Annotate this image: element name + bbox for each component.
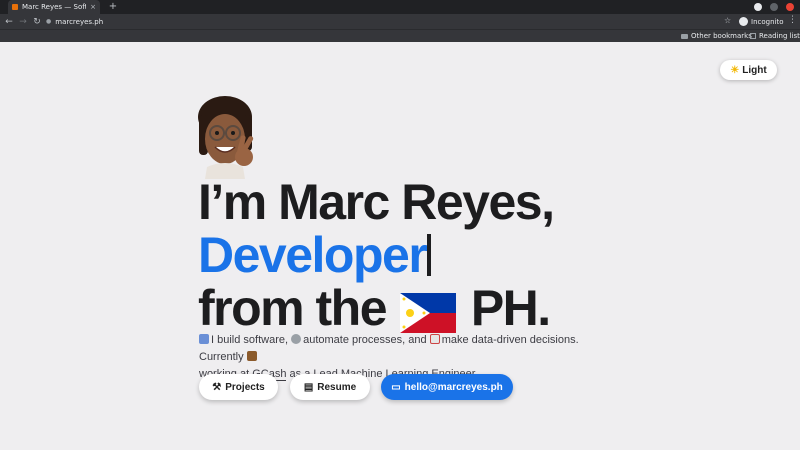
- folder-icon: [681, 33, 688, 39]
- email-label: hello@marcreyes.ph: [404, 381, 503, 393]
- other-bookmarks[interactable]: Other bookmarks: [681, 32, 752, 40]
- headline-from-the: from the: [198, 280, 388, 336]
- headline-line-2: Developer: [198, 229, 553, 282]
- incognito-icon: [739, 17, 748, 26]
- headline-line-1: I’m Marc Reyes,: [198, 174, 555, 230]
- close-tab-icon[interactable]: ×: [90, 3, 96, 11]
- projects-button[interactable]: ⚒ Projects: [199, 374, 278, 400]
- chat-bubble-icon: ▭: [391, 381, 401, 393]
- other-bookmarks-label: Other bookmarks: [691, 32, 752, 40]
- hero-headline: I’m Marc Reyes, Developer from the PH.: [198, 174, 555, 335]
- close-window-button[interactable]: [786, 3, 794, 11]
- tab-strip: Marc Reyes — Software E × +: [0, 0, 800, 14]
- tools-icon: ⚒: [212, 381, 222, 393]
- briefcase-emoji-icon: [246, 351, 257, 361]
- headline-line-3: from the PH.: [198, 282, 553, 335]
- bio-part-2: automate processes, and: [303, 334, 427, 346]
- document-icon: ▤: [303, 381, 314, 393]
- page-content: ☀ Light I’m Marc Reyes, Developer from t…: [0, 43, 800, 450]
- url-text: marcreyes.ph: [55, 17, 104, 26]
- projects-label: Projects: [225, 381, 265, 393]
- reading-list[interactable]: Reading list: [750, 32, 800, 40]
- typing-cursor: [427, 234, 432, 276]
- browser-toolbar: ← → ↻ ● marcreyes.ph ☆ Incognito ⋮: [0, 14, 800, 29]
- theme-toggle-label: Light: [742, 64, 767, 76]
- email-button[interactable]: ▭ hello@marcreyes.ph: [381, 374, 513, 400]
- chart-emoji-icon: [429, 334, 440, 344]
- profile-label: Incognito: [751, 17, 784, 26]
- reading-list-label: Reading list: [759, 32, 800, 40]
- favicon-icon: [12, 4, 18, 10]
- lock-icon[interactable]: ●: [46, 18, 51, 25]
- role-text: Developer: [198, 227, 428, 283]
- resume-button[interactable]: ▤ Resume: [290, 374, 370, 400]
- gear-emoji-icon: [291, 334, 302, 344]
- philippines-flag-icon: [400, 293, 457, 333]
- sun-icon: ☀: [730, 64, 740, 76]
- bookmarks-bar: Other bookmarks Reading list: [0, 29, 800, 42]
- bookmark-star-icon[interactable]: ☆: [724, 16, 731, 25]
- reading-list-icon: [750, 33, 756, 39]
- memoji-avatar: [198, 96, 254, 179]
- address-bar[interactable]: ● marcreyes.ph: [46, 16, 716, 27]
- headline-ph: PH.: [470, 280, 551, 336]
- resume-label: Resume: [317, 381, 357, 393]
- forward-arrow-icon[interactable]: →: [16, 17, 30, 27]
- minimize-button[interactable]: [770, 3, 778, 11]
- technologist-emoji-icon: [199, 334, 209, 344]
- new-tab-button[interactable]: +: [108, 0, 118, 14]
- kebab-menu-icon[interactable]: ⋮: [788, 15, 797, 25]
- extension-icon[interactable]: [754, 3, 762, 11]
- tab-title: Marc Reyes — Software E: [22, 3, 87, 11]
- window-controls: [754, 3, 794, 11]
- back-arrow-icon[interactable]: ←: [2, 17, 16, 27]
- bio-part-1: I build software,: [211, 334, 289, 346]
- profile-button[interactable]: Incognito: [739, 16, 783, 27]
- theme-toggle-button[interactable]: ☀ Light: [720, 60, 777, 80]
- reload-icon[interactable]: ↻: [30, 17, 44, 27]
- browser-tab[interactable]: Marc Reyes — Software E ×: [8, 0, 100, 14]
